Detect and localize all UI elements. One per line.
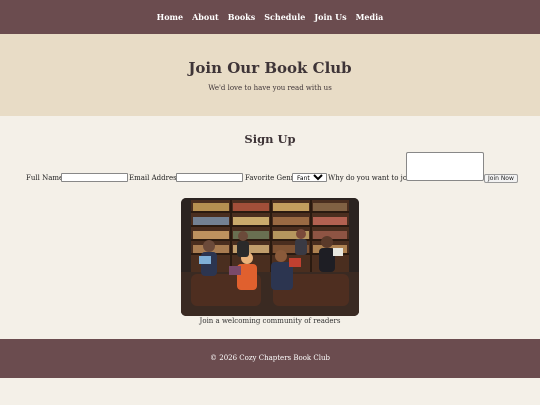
signup-heading: Sign Up bbox=[244, 132, 296, 146]
nav-join-us[interactable]: Join Us bbox=[314, 12, 346, 22]
page-title: Join Our Book Club bbox=[188, 59, 352, 77]
why-join-label: Why do you want to join? bbox=[328, 174, 418, 182]
nav-about[interactable]: About bbox=[192, 12, 219, 22]
join-now-button[interactable]: Join Now bbox=[484, 174, 518, 183]
genre-select[interactable]: Fantasy bbox=[292, 173, 327, 182]
full-name-input[interactable] bbox=[61, 173, 128, 182]
nav-media[interactable]: Media bbox=[356, 12, 384, 22]
photo-caption: Join a welcoming community of readers bbox=[199, 317, 341, 325]
hero-banner: Join Our Book Club We'd love to have you… bbox=[0, 34, 540, 116]
email-input[interactable] bbox=[176, 173, 243, 182]
signup-form: Full Name: Email Address: Favorite Genre… bbox=[26, 152, 526, 186]
full-name-label: Full Name: bbox=[26, 174, 66, 182]
hero-subtitle: We'd love to have you read with us bbox=[208, 84, 332, 92]
top-nav: Home About Books Schedule Join Us Media bbox=[0, 0, 540, 34]
nav-home[interactable]: Home bbox=[157, 12, 183, 22]
nav-schedule[interactable]: Schedule bbox=[264, 12, 305, 22]
footer-copyright: © 2026 Cozy Chapters Book Club bbox=[210, 354, 330, 362]
why-join-textarea[interactable] bbox=[406, 152, 484, 181]
book-club-photo bbox=[181, 198, 359, 316]
email-label: Email Address: bbox=[129, 174, 183, 182]
page-footer: © 2026 Cozy Chapters Book Club bbox=[0, 339, 540, 378]
readers-illustration bbox=[181, 198, 359, 316]
nav-books[interactable]: Books bbox=[228, 12, 255, 22]
